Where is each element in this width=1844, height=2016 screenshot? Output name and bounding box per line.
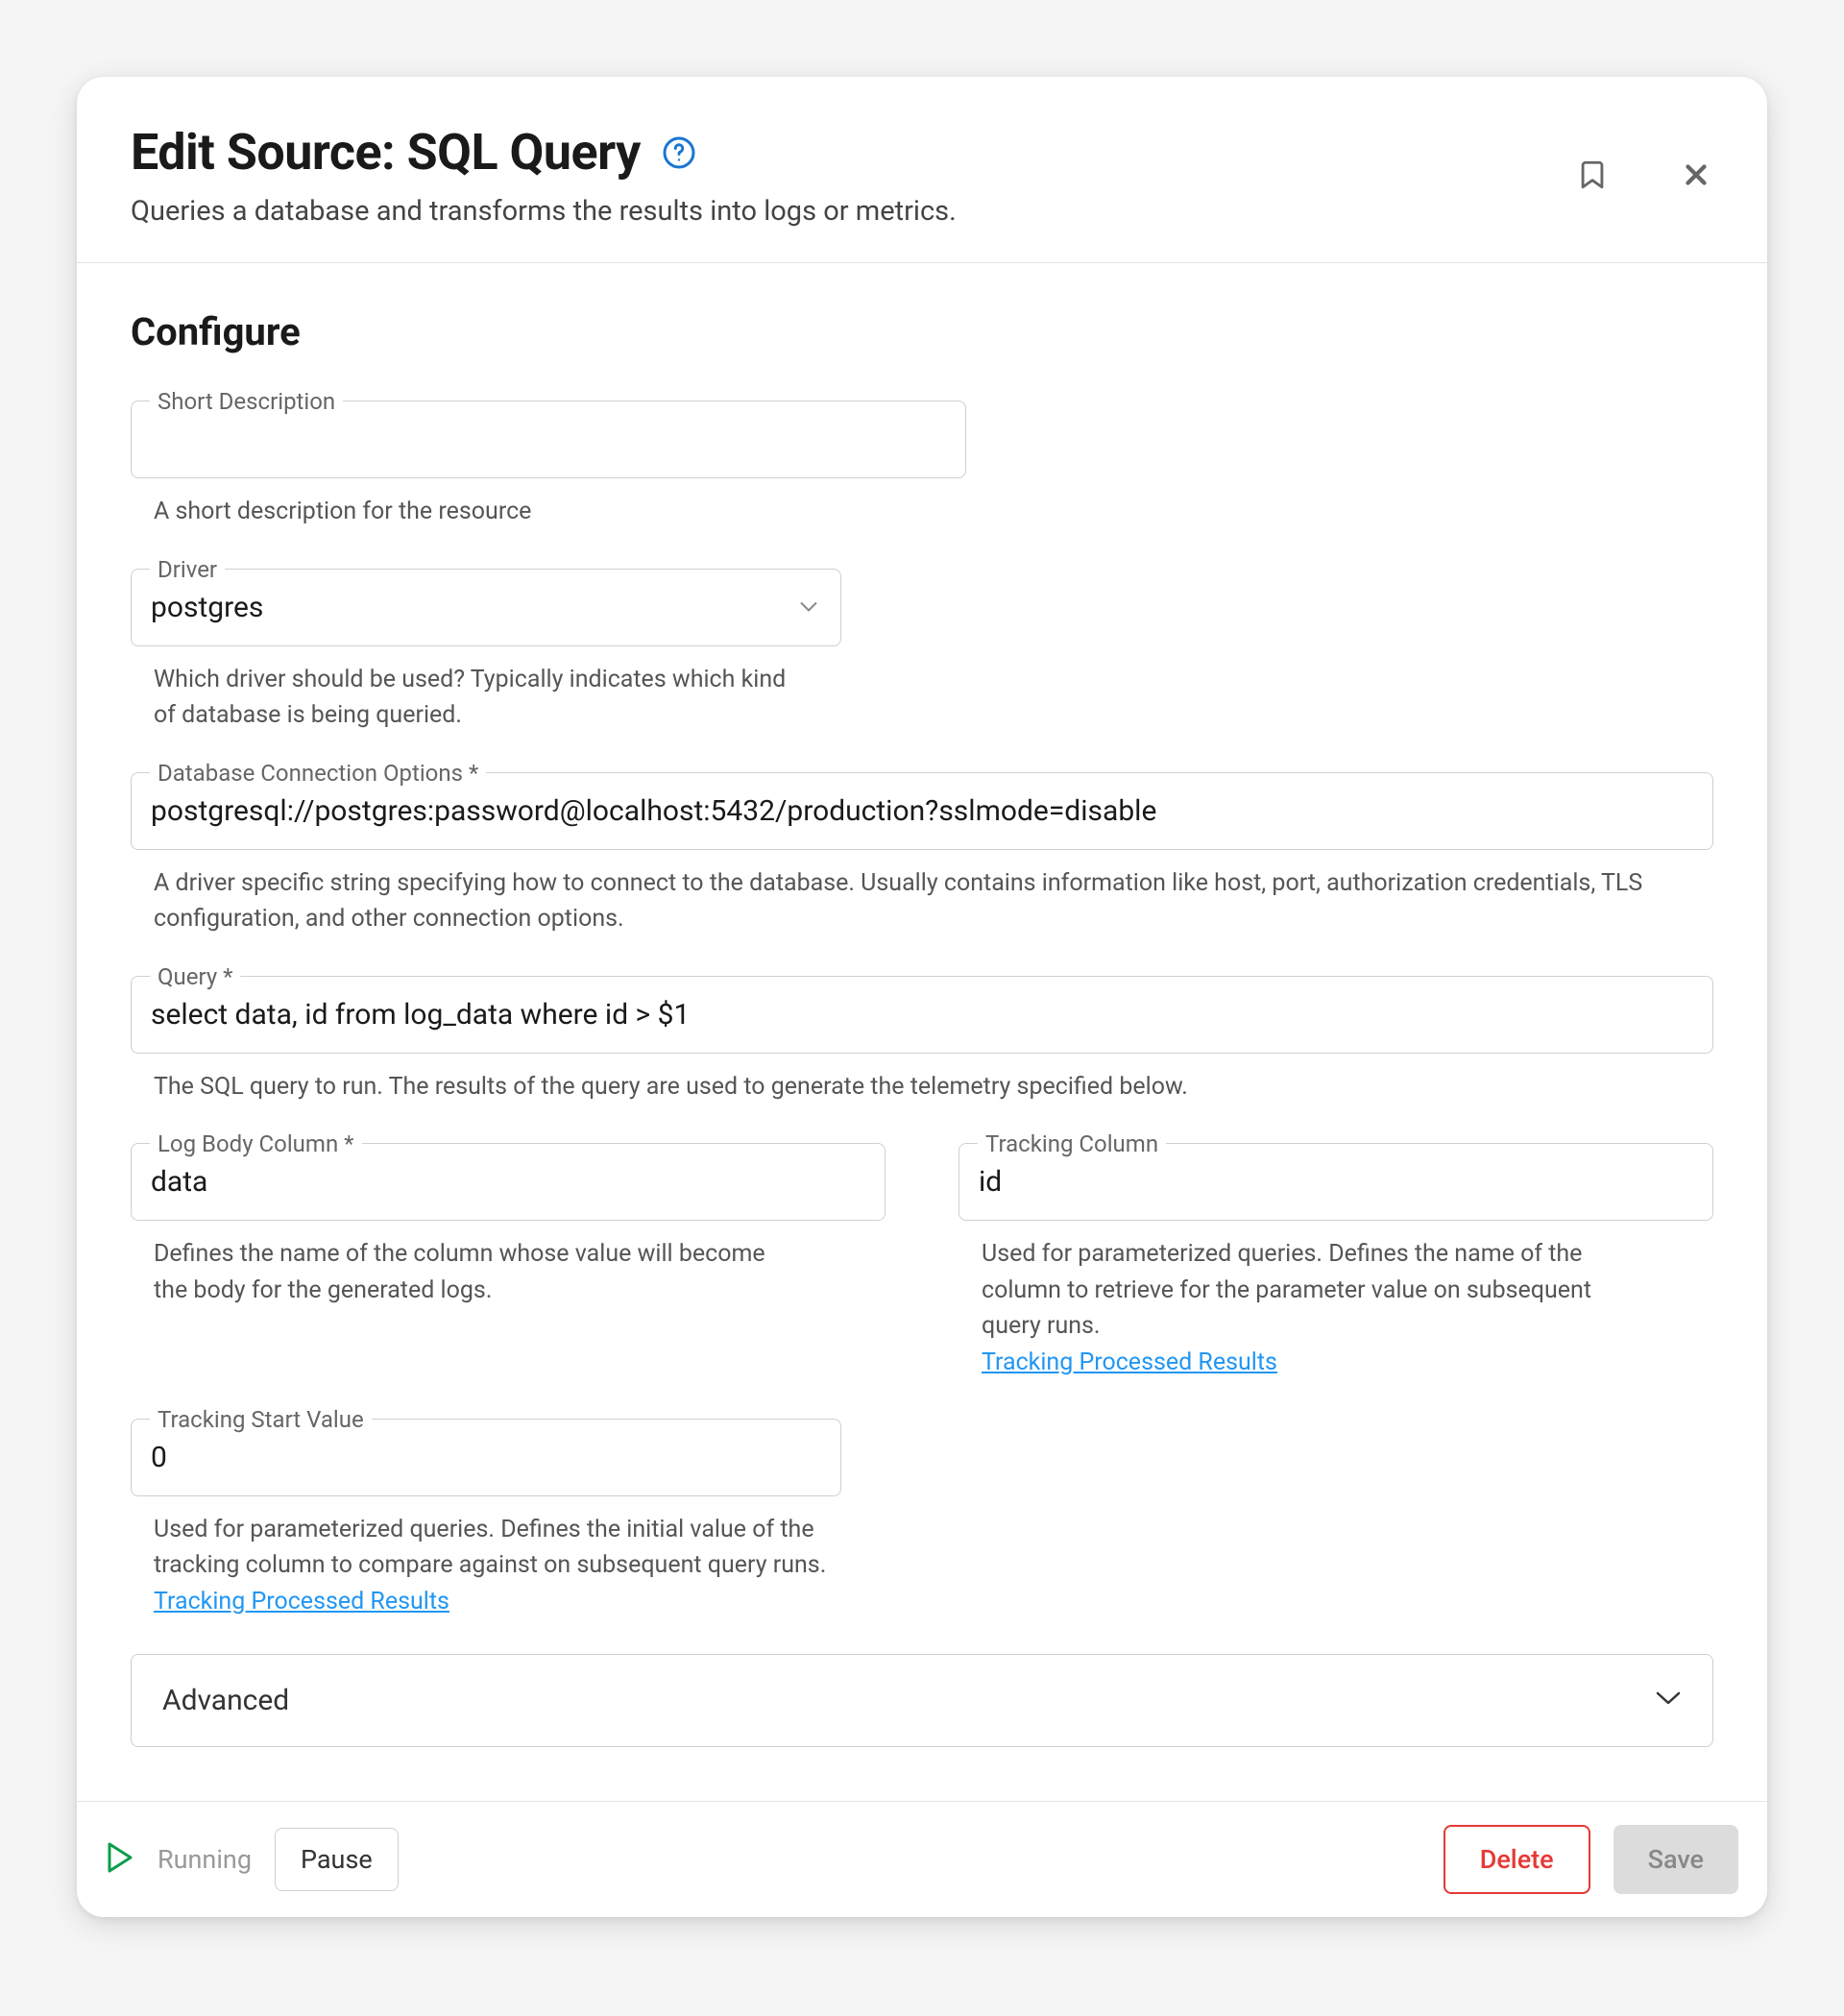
- pause-button[interactable]: Pause: [275, 1828, 399, 1891]
- driver-label: Driver: [150, 556, 225, 583]
- tracking-column-help: Used for parameterized queries. Defines …: [958, 1236, 1612, 1345]
- tracking-start-label: Tracking Start Value: [150, 1406, 372, 1433]
- field-short-description: Short Description A short description fo…: [131, 401, 966, 530]
- status-text: Running: [158, 1844, 252, 1875]
- query-label: Query *: [150, 963, 240, 990]
- play-icon: [106, 1841, 134, 1878]
- short-description-label: Short Description: [150, 388, 343, 415]
- advanced-section[interactable]: Advanced: [131, 1654, 1713, 1747]
- section-title: Configure: [131, 309, 1713, 354]
- field-log-body-column: Log Body Column * Defines the name of th…: [131, 1143, 886, 1308]
- log-body-help: Defines the name of the column whose val…: [131, 1236, 784, 1308]
- tracking-column-label: Tracking Column: [978, 1130, 1166, 1157]
- driver-select[interactable]: postgres: [131, 569, 841, 646]
- log-body-label: Log Body Column *: [150, 1130, 362, 1157]
- bookmark-icon[interactable]: [1575, 158, 1610, 192]
- short-description-help: A short description for the resource: [131, 494, 966, 530]
- advanced-label: Advanced: [162, 1684, 289, 1717]
- page-subtitle: Queries a database and transforms the re…: [131, 195, 1713, 228]
- help-icon[interactable]: [662, 135, 696, 170]
- edit-source-card: Edit Source: SQL Query Queries a databas…: [77, 77, 1767, 1917]
- query-input[interactable]: [131, 976, 1713, 1054]
- tracking-column-link[interactable]: Tracking Processed Results: [958, 1348, 1277, 1376]
- field-datasource: Database Connection Options * A driver s…: [131, 772, 1713, 937]
- header: Edit Source: SQL Query Queries a databas…: [77, 77, 1767, 263]
- page-title: Edit Source: SQL Query: [131, 123, 641, 182]
- driver-help: Which driver should be used? Typically i…: [131, 662, 803, 734]
- tracking-start-link[interactable]: Tracking Processed Results: [131, 1588, 449, 1615]
- footer: Running Pause Delete Save: [77, 1801, 1767, 1917]
- field-tracking-column: Tracking Column Used for parameterized q…: [958, 1143, 1713, 1376]
- query-help: The SQL query to run. The results of the…: [131, 1069, 1713, 1105]
- chevron-down-icon: [1655, 1690, 1682, 1710]
- save-button[interactable]: Save: [1614, 1825, 1738, 1894]
- form-body: Configure Short Description A short desc…: [77, 263, 1767, 1801]
- delete-button[interactable]: Delete: [1444, 1825, 1590, 1894]
- field-query: Query * The SQL query to run. The result…: [131, 976, 1713, 1105]
- field-tracking-start: Tracking Start Value Used for parameteri…: [131, 1419, 841, 1615]
- close-icon[interactable]: [1679, 158, 1713, 192]
- field-driver: Driver postgres Which driver should be u…: [131, 569, 841, 734]
- datasource-label: Database Connection Options *: [150, 760, 486, 787]
- tracking-start-help: Used for parameterized queries. Defines …: [131, 1512, 841, 1584]
- datasource-help: A driver specific string specifying how …: [131, 865, 1713, 937]
